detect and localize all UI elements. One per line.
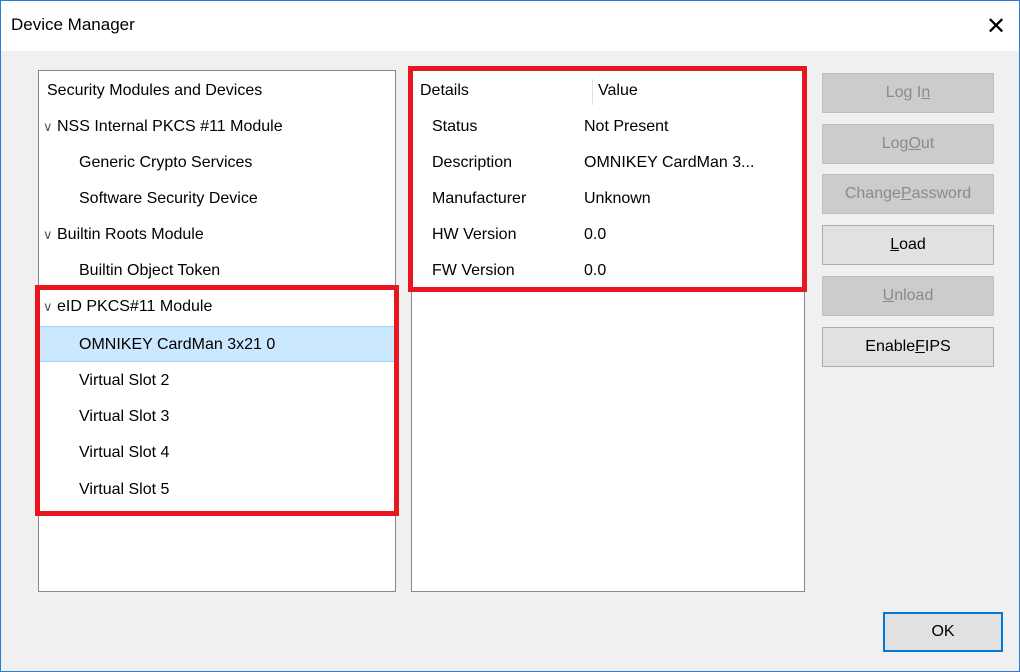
tree-item-label: Virtual Slot 5 xyxy=(79,481,170,498)
chevron-down-icon[interactable]: ∨ xyxy=(43,217,53,253)
button-mnemonic: P xyxy=(900,185,912,202)
tree-item-label: Generic Crypto Services xyxy=(79,154,253,171)
tree-item-virtual-slot-4[interactable]: Virtual Slot 4 xyxy=(39,435,395,471)
change-password-button[interactable]: Change Password xyxy=(822,174,994,214)
tree-item-virtual-slot-5[interactable]: Virtual Slot 5 xyxy=(39,472,395,508)
device-manager-window: Device Manager ✕ Security Modules and De… xyxy=(0,0,1020,672)
tree-item-omnikey-cardman[interactable]: OMNIKEY CardMan 3x21 0 xyxy=(39,326,395,362)
log-out-button[interactable]: Log Out xyxy=(822,124,994,164)
tree-item-generic-crypto-services[interactable]: Generic Crypto Services xyxy=(39,145,395,181)
button-mnemonic: F xyxy=(915,338,925,355)
details-value: OMNIKEY CardMan 3... xyxy=(584,154,755,171)
enable-fips-button[interactable]: Enable F IPS xyxy=(822,327,994,367)
details-key: FW Version xyxy=(432,262,515,279)
button-label-post: oad xyxy=(899,236,926,253)
button-mnemonic: L xyxy=(890,236,900,253)
close-icon[interactable]: ✕ xyxy=(973,1,1019,51)
details-value: 0.0 xyxy=(584,226,607,243)
column-divider[interactable] xyxy=(592,79,593,105)
details-row-manufacturer[interactable]: Manufacturer Unknown xyxy=(412,181,804,217)
ok-button[interactable]: OK xyxy=(883,612,1003,652)
details-table[interactable]: Details Value Status Not Present Descrip… xyxy=(411,70,805,592)
tree-item-label: eID PKCS#11 Module xyxy=(57,298,213,315)
tree-item-virtual-slot-3[interactable]: Virtual Slot 3 xyxy=(39,399,395,435)
window-title: Device Manager xyxy=(11,15,135,34)
button-label-post: assword xyxy=(911,185,972,202)
tree-item-eid-pkcs11-module[interactable]: ∨ eID PKCS#11 Module xyxy=(39,289,395,325)
details-key: HW Version xyxy=(432,226,517,243)
details-key: Manufacturer xyxy=(432,190,527,207)
tree-item-label: Builtin Object Token xyxy=(79,262,221,279)
button-mnemonic: n xyxy=(921,84,931,101)
details-row-hw-version[interactable]: HW Version 0.0 xyxy=(412,217,804,253)
tree-item-label: Virtual Slot 4 xyxy=(79,444,170,461)
tree-item-label: NSS Internal PKCS #11 Module xyxy=(57,118,283,135)
details-row-status[interactable]: Status Not Present xyxy=(412,109,804,145)
button-label-post: ut xyxy=(920,135,935,152)
details-value: Not Present xyxy=(584,118,669,135)
log-in-button[interactable]: Log In xyxy=(822,73,994,113)
tree-column-header[interactable]: Security Modules and Devices xyxy=(47,73,262,109)
chevron-down-icon[interactable]: ∨ xyxy=(43,109,53,145)
security-modules-tree[interactable]: Security Modules and Devices ∨ NSS Inter… xyxy=(38,70,396,592)
button-label-pre: Enable xyxy=(865,338,916,355)
tree-item-builtin-object-token[interactable]: Builtin Object Token xyxy=(39,253,395,289)
ok-button-label: OK xyxy=(931,623,955,640)
button-mnemonic: U xyxy=(882,287,895,304)
tree-item-label: Virtual Slot 3 xyxy=(79,408,170,425)
details-key: Status xyxy=(432,118,478,135)
tree-item-label: Software Security Device xyxy=(79,190,258,207)
unload-button[interactable]: Unload xyxy=(822,276,994,316)
button-label-pre: Change xyxy=(844,185,901,202)
button-label-post: IPS xyxy=(924,338,951,355)
button-label-pre: Log I xyxy=(885,84,922,101)
chevron-down-icon[interactable]: ∨ xyxy=(43,289,53,325)
button-label-pre: Log xyxy=(881,135,909,152)
tree-item-builtin-roots-module[interactable]: ∨ Builtin Roots Module xyxy=(39,217,395,253)
details-key: Description xyxy=(432,154,513,171)
tree-item-virtual-slot-2[interactable]: Virtual Slot 2 xyxy=(39,363,395,399)
value-column-header[interactable]: Value xyxy=(598,73,638,109)
details-value: 0.0 xyxy=(584,262,607,279)
button-label-post: nload xyxy=(894,287,934,304)
tree-item-label: Virtual Slot 2 xyxy=(79,372,170,389)
tree-item-software-security-device[interactable]: Software Security Device xyxy=(39,181,395,217)
tree-item-label: OMNIKEY CardMan 3x21 0 xyxy=(79,336,276,353)
details-column-header[interactable]: Details xyxy=(420,73,469,109)
details-row-fw-version[interactable]: FW Version 0.0 xyxy=(412,253,804,289)
button-mnemonic: O xyxy=(908,135,921,152)
tree-item-label: Builtin Roots Module xyxy=(57,226,204,243)
title-bar: Device Manager ✕ xyxy=(1,1,1019,51)
details-row-description[interactable]: Description OMNIKEY CardMan 3... xyxy=(412,145,804,181)
load-button[interactable]: Load xyxy=(822,225,994,265)
details-value: Unknown xyxy=(584,190,651,207)
tree-item-nss-internal-module[interactable]: ∨ NSS Internal PKCS #11 Module xyxy=(39,109,395,145)
